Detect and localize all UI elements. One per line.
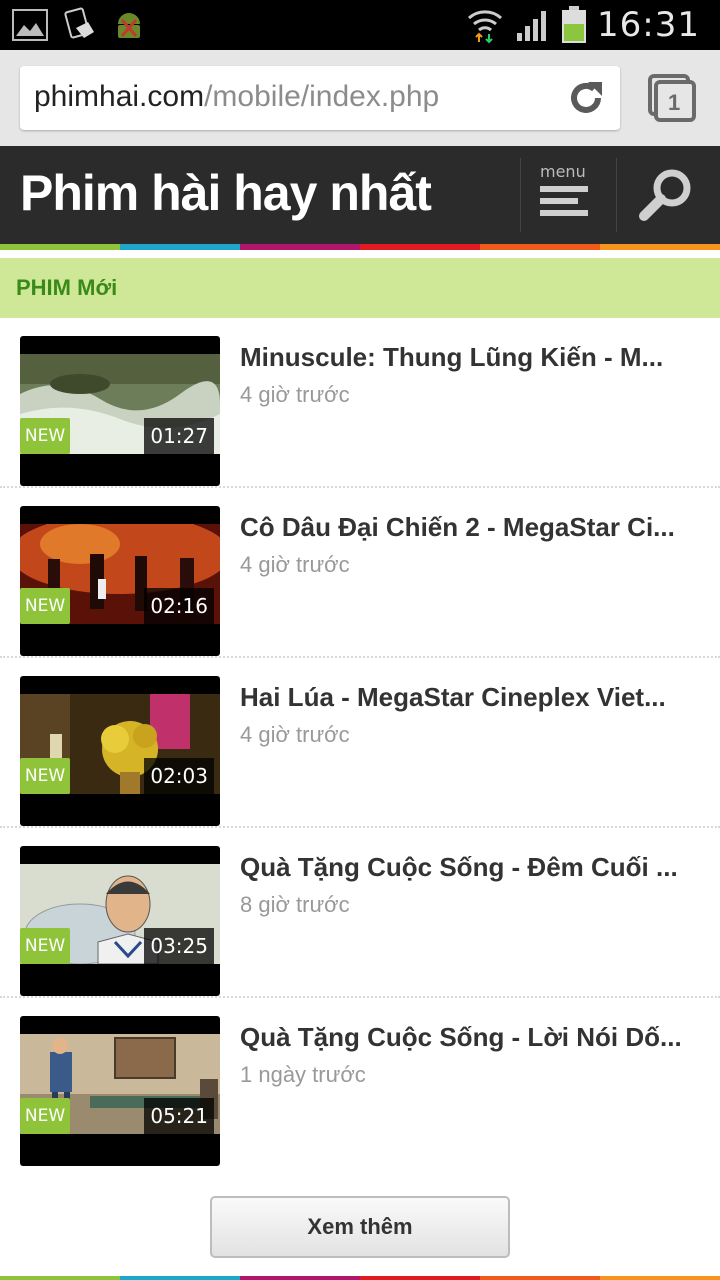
browser-toolbar: phimhai.com/mobile/index.php 1 [0, 50, 720, 146]
video-list: NEW 01:27 Minuscule: Thung Lũng Kiến - M… [0, 318, 720, 1168]
header-divider [520, 158, 521, 232]
stripe-segment [600, 1276, 720, 1280]
gallery-icon [12, 9, 48, 41]
stripe-segment [600, 244, 720, 250]
video-posted-time: 4 giờ trước [240, 722, 350, 747]
stripe-segment [360, 244, 480, 250]
stripe-segment [360, 1276, 480, 1280]
section-title: PHIM Mới [16, 275, 118, 300]
video-duration: 02:03 [144, 758, 214, 794]
url-text: phimhai.com/mobile/index.php [34, 80, 439, 114]
reload-icon[interactable] [564, 76, 608, 120]
android-debug-icon [118, 13, 140, 38]
new-badge: NEW [20, 758, 70, 794]
new-badge: NEW [20, 928, 70, 964]
menu-icon [540, 186, 588, 222]
url-field[interactable]: phimhai.com/mobile/index.php [20, 66, 620, 130]
video-title[interactable]: Cô Dâu Đại Chiến 2 - MegaStar Ci... [240, 512, 686, 543]
video-duration: 01:27 [144, 418, 214, 454]
list-item[interactable]: NEW 02:03 Hai Lúa - MegaStar Cineplex Vi… [0, 658, 720, 828]
stripe-segment [480, 1276, 600, 1280]
stripe-segment [120, 1276, 240, 1280]
video-duration: 03:25 [144, 928, 214, 964]
url-domain: phimhai.com [34, 80, 205, 113]
stripe-segment [240, 1276, 360, 1280]
menu-button[interactable]: menu [522, 146, 616, 244]
search-icon [639, 169, 691, 221]
new-badge: NEW [20, 418, 70, 454]
stripe-segment [0, 1276, 120, 1280]
battery-icon [562, 6, 587, 43]
section-header: PHIM Mới [0, 258, 720, 318]
video-duration: 02:16 [144, 588, 214, 624]
bottom-color-stripe [0, 1276, 720, 1280]
status-bar: 16:31 [0, 0, 720, 50]
video-title[interactable]: Minuscule: Thung Lũng Kiến - M... [240, 342, 686, 373]
stripe-segment [480, 244, 600, 250]
wifi-icon [468, 10, 503, 44]
stripe-segment [0, 244, 120, 250]
video-title[interactable]: Quà Tặng Cuộc Sống - Lời Nói Dố... [240, 1022, 686, 1053]
screenshot-icon [64, 7, 94, 39]
load-more-button[interactable]: Xem thêm [210, 1196, 510, 1258]
site-header: Phim hài hay nhất menu [0, 146, 720, 244]
signal-icon [517, 11, 547, 41]
video-thumbnail[interactable]: NEW 02:16 [20, 506, 220, 656]
tab-count: 1 [668, 90, 681, 115]
new-badge: NEW [20, 588, 70, 624]
header-divider [616, 158, 617, 232]
video-posted-time: 4 giờ trước [240, 552, 350, 577]
list-item[interactable]: NEW 01:27 Minuscule: Thung Lũng Kiến - M… [0, 318, 720, 488]
video-thumbnail[interactable]: NEW 02:03 [20, 676, 220, 826]
list-item[interactable]: NEW 03:25 Quà Tặng Cuộc Sống - Đêm Cuối … [0, 828, 720, 998]
video-posted-time: 8 giờ trước [240, 892, 350, 917]
clock: 16:31 [597, 5, 700, 45]
video-duration: 05:21 [144, 1098, 214, 1134]
stripe-segment [120, 244, 240, 250]
video-thumbnail[interactable]: NEW 01:27 [20, 336, 220, 486]
color-stripe [0, 244, 720, 250]
video-thumbnail[interactable]: NEW 05:21 [20, 1016, 220, 1166]
tabs-button[interactable]: 1 [646, 74, 696, 124]
list-item[interactable]: NEW 02:16 Cô Dâu Đại Chiến 2 - MegaStar … [0, 488, 720, 658]
video-posted-time: 1 ngày trước [240, 1062, 366, 1087]
list-item[interactable]: NEW 05:21 Quà Tặng Cuộc Sống - Lời Nói D… [0, 998, 720, 1168]
stripe-segment [240, 244, 360, 250]
new-badge: NEW [20, 1098, 70, 1134]
video-title[interactable]: Hai Lúa - MegaStar Cineplex Viet... [240, 682, 686, 713]
video-thumbnail[interactable]: NEW 03:25 [20, 846, 220, 996]
video-title[interactable]: Quà Tặng Cuộc Sống - Đêm Cuối ... [240, 852, 686, 883]
menu-label: menu [540, 162, 586, 181]
video-posted-time: 4 giờ trước [240, 382, 350, 407]
search-button[interactable] [618, 146, 720, 244]
site-title[interactable]: Phim hài hay nhất [20, 164, 432, 222]
url-path: /mobile/index.php [204, 80, 440, 113]
